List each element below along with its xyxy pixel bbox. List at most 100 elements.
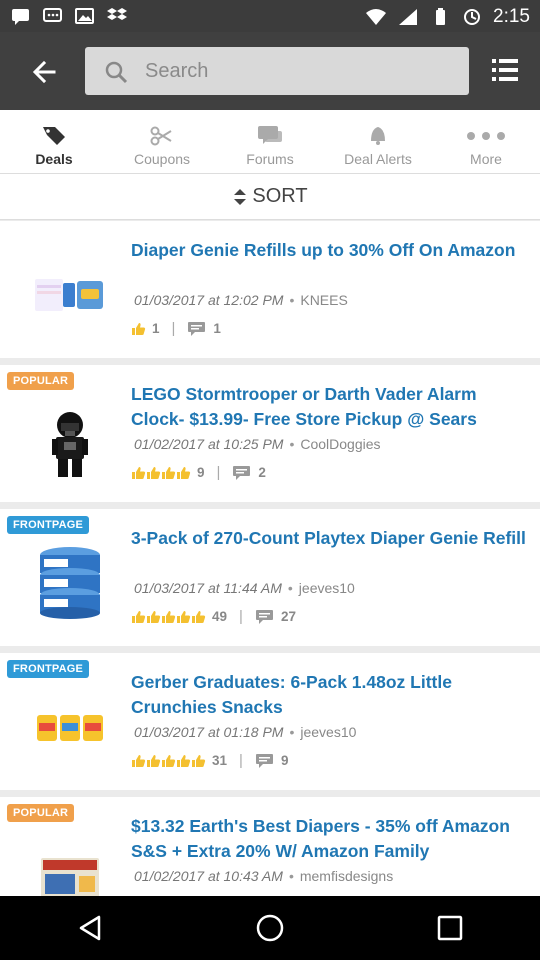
deal-card[interactable]: FRONTPAGE 3-Pack of 270-Count Playtex Di… (0, 509, 540, 646)
tab-label: Deal Alerts (344, 151, 412, 167)
gerber-crunchies-image (32, 689, 108, 765)
thumbs-up-icon (161, 754, 176, 768)
comment-count: 27 (280, 609, 296, 624)
thumbs-up-icon (131, 322, 146, 336)
deal-list: Diaper Genie Refills up to 30% Off On Am… (0, 221, 540, 896)
thumbs-up-icon (146, 610, 161, 624)
deal-title[interactable]: Diaper Genie Refills up to 30% Off On Am… (131, 238, 526, 263)
chat-icon (258, 126, 282, 144)
like-count: 1 (152, 321, 160, 336)
deal-date: 01/03/2017 at 12:02 PM (134, 292, 284, 308)
deal-author[interactable]: memfisdesigns (300, 868, 393, 884)
thumbs-up-icon (131, 754, 146, 768)
diaper-genie-refills-image (32, 257, 108, 333)
rating-thumbs[interactable] (131, 322, 146, 336)
deal-title[interactable]: 3-Pack of 270-Count Playtex Diaper Genie… (131, 526, 526, 551)
deal-stats: 49 | 27 (131, 608, 296, 625)
sort-button[interactable]: SORT (0, 174, 540, 220)
deal-card[interactable]: POPULAR $13.32 Earth's Best Diapers - 35… (0, 797, 540, 896)
deal-date: 01/03/2017 at 11:44 AM (134, 580, 282, 596)
category-tabs: Deals Coupons Forums Deal Alerts More (0, 110, 540, 174)
scissors-icon (150, 126, 172, 146)
nav-back-button[interactable] (60, 908, 120, 948)
deal-author[interactable]: CoolDoggies (300, 436, 380, 452)
battery-icon (436, 8, 446, 25)
deal-title[interactable]: LEGO Stormtrooper or Darth Vader Alarm C… (131, 382, 526, 431)
comment-icon (188, 321, 206, 336)
status-badge: POPULAR (7, 372, 75, 390)
comment-icon (233, 465, 251, 480)
sort-arrows-icon (234, 188, 247, 205)
comment-count: 1 (213, 321, 221, 336)
nav-recents-button[interactable] (420, 908, 480, 948)
deal-stats: 1 | 1 (131, 320, 221, 337)
deal-meta: 01/02/2017 at 10:25 PM • CoolDoggies (134, 436, 381, 452)
lego-darth-vader-clock-image (32, 407, 108, 483)
tab-label: Forums (246, 151, 294, 167)
deal-card[interactable]: Diaper Genie Refills up to 30% Off On Am… (0, 221, 540, 358)
menu-button[interactable] (488, 54, 522, 88)
deal-title[interactable]: $13.32 Earth's Best Diapers - 35% off Am… (131, 814, 526, 863)
deal-author[interactable]: KNEES (300, 292, 347, 308)
like-count: 31 (212, 753, 228, 768)
search-bar[interactable] (85, 47, 469, 95)
deal-card[interactable]: FRONTPAGE Gerber Graduates: 6-Pack 1.48o… (0, 653, 540, 790)
deal-stats: 31 | 9 (131, 752, 288, 769)
deal-meta: 01/02/2017 at 10:43 AM • memfisdesigns (134, 868, 394, 884)
status-time: 2:15 (493, 6, 530, 27)
search-input[interactable] (145, 57, 455, 85)
deal-meta: 01/03/2017 at 12:02 PM • KNEES (134, 292, 348, 308)
thumbs-up-icon (176, 610, 191, 624)
back-button[interactable] (22, 52, 66, 92)
deal-card[interactable]: POPULAR LEGO Stormtrooper or Darth Vader… (0, 365, 540, 502)
wifi-icon (366, 9, 387, 25)
tab-label: Coupons (133, 151, 191, 167)
playtex-refill-pack-image (32, 545, 108, 621)
tab-deals[interactable]: Deals (0, 110, 108, 173)
arrow-left-icon (32, 60, 56, 84)
earths-best-diapers-image (32, 839, 108, 896)
thumbs-up-icon (131, 466, 146, 480)
rating-thumbs[interactable] (131, 466, 191, 480)
photo-icon (75, 8, 94, 24)
nav-home-icon (256, 914, 284, 942)
like-count: 9 (197, 465, 205, 480)
thumbs-up-icon (146, 466, 161, 480)
deal-author[interactable]: jeeves10 (299, 580, 355, 596)
system-nav-bar (0, 896, 540, 960)
message-icon (12, 9, 29, 25)
more-dots-icon (467, 132, 505, 140)
deal-author[interactable]: jeeves10 (300, 724, 356, 740)
status-badge: POPULAR (7, 804, 75, 822)
tab-label: Deals (35, 151, 73, 167)
tab-deal-alerts[interactable]: Deal Alerts (324, 110, 432, 173)
nav-home-button[interactable] (240, 908, 300, 948)
thumbs-up-icon (191, 754, 206, 768)
status-badge: FRONTPAGE (7, 660, 90, 678)
deal-title[interactable]: Gerber Graduates: 6-Pack 1.48oz Little C… (131, 670, 526, 719)
like-count: 49 (212, 609, 228, 624)
rating-thumbs[interactable] (131, 610, 206, 624)
deal-date: 01/03/2017 at 01:18 PM (134, 724, 284, 740)
deal-date: 01/02/2017 at 10:43 AM (134, 868, 283, 884)
thumbs-up-icon (161, 466, 176, 480)
search-icon (105, 61, 128, 84)
deal-date: 01/02/2017 at 10:25 PM (134, 436, 284, 452)
tab-coupons[interactable]: Coupons (108, 110, 216, 173)
comment-count: 2 (258, 465, 266, 480)
thumbs-up-icon (176, 466, 191, 480)
tab-forums[interactable]: Forums (216, 110, 324, 173)
thumbs-up-icon (146, 754, 161, 768)
comment-count: 9 (280, 753, 289, 768)
nav-recents-icon (437, 915, 463, 941)
nav-back-icon (79, 915, 101, 941)
thumbs-up-icon (161, 610, 176, 624)
list-menu-icon (492, 59, 518, 81)
sms-icon (43, 8, 62, 22)
tab-more[interactable]: More (432, 110, 540, 173)
comment-icon (255, 609, 273, 624)
dropbox-icon (107, 8, 127, 20)
tab-label: More (470, 151, 502, 167)
rating-thumbs[interactable] (131, 754, 206, 768)
sync-icon (464, 9, 481, 25)
